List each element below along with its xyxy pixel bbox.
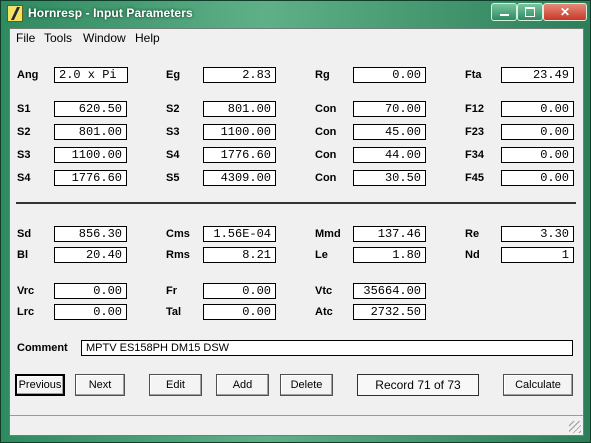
menu-bar: File Tools Window Help xyxy=(10,29,583,47)
next-button[interactable]: Next xyxy=(75,374,125,396)
label-lrc: Lrc xyxy=(17,306,35,318)
field-f34[interactable]: 0.00 xyxy=(501,147,574,163)
label-con-4: Con xyxy=(315,172,337,184)
label-mmd: Mmd xyxy=(315,228,341,240)
label-vrc: Vrc xyxy=(17,285,35,297)
edit-button[interactable]: Edit xyxy=(149,374,202,396)
label-s3-left: S3 xyxy=(17,149,31,161)
title-bar[interactable]: Hornresp - Input Parameters ✕ xyxy=(1,1,591,27)
record-indicator: Record 71 of 73 xyxy=(357,374,479,396)
label-s5: S5 xyxy=(166,172,180,184)
label-fta: Fta xyxy=(465,69,482,81)
add-button[interactable]: Add xyxy=(216,374,269,396)
field-vtc[interactable]: 35664.00 xyxy=(353,283,426,299)
field-lrc[interactable]: 0.00 xyxy=(54,304,127,320)
label-f34: F34 xyxy=(465,149,484,161)
window-title: Hornresp - Input Parameters xyxy=(28,6,193,20)
field-tal[interactable]: 0.00 xyxy=(203,304,276,320)
label-vtc: Vtc xyxy=(315,285,333,297)
field-con-2[interactable]: 45.00 xyxy=(353,124,426,140)
field-nd[interactable]: 1 xyxy=(501,247,574,263)
label-re: Re xyxy=(465,228,480,240)
label-rg: Rg xyxy=(315,69,330,81)
main-window: Hornresp - Input Parameters ✕ File Tools… xyxy=(0,0,591,443)
label-tal: Tal xyxy=(166,306,182,318)
label-s4: S4 xyxy=(166,149,180,161)
resize-grip-icon[interactable] xyxy=(569,421,581,433)
label-nd: Nd xyxy=(465,249,480,261)
label-con-3: Con xyxy=(315,149,337,161)
field-bl[interactable]: 20.40 xyxy=(54,247,127,263)
label-cms: Cms xyxy=(166,228,190,240)
delete-button[interactable]: Delete xyxy=(280,374,333,396)
field-vrc[interactable]: 0.00 xyxy=(54,283,127,299)
label-con-2: Con xyxy=(315,126,337,138)
field-s3[interactable]: 1100.00 xyxy=(203,124,276,140)
field-rms[interactable]: 8.21 xyxy=(203,247,276,263)
label-con-1: Con xyxy=(315,103,337,115)
label-f45: F45 xyxy=(465,172,484,184)
label-s2-left: S2 xyxy=(17,126,31,138)
field-s4-left[interactable]: 1776.60 xyxy=(54,170,127,186)
hornresp-app-icon[interactable] xyxy=(7,5,23,22)
comment-field[interactable]: MPTV ES158PH DM15 DSW xyxy=(81,340,573,356)
menu-tools[interactable]: Tools xyxy=(44,31,72,45)
field-sd[interactable]: 856.30 xyxy=(54,226,127,242)
field-con-1[interactable]: 70.00 xyxy=(353,101,426,117)
field-s1[interactable]: 620.50 xyxy=(54,101,127,117)
field-s2[interactable]: 801.00 xyxy=(203,101,276,117)
menu-window[interactable]: Window xyxy=(83,31,126,45)
minimize-button[interactable] xyxy=(491,3,517,21)
field-cms[interactable]: 1.56E-04 xyxy=(203,226,276,242)
field-s2-left[interactable]: 801.00 xyxy=(54,124,127,140)
field-con-4[interactable]: 30.50 xyxy=(353,170,426,186)
label-atc: Atc xyxy=(315,306,333,318)
label-le: Le xyxy=(315,249,328,261)
field-s3-left[interactable]: 1100.00 xyxy=(54,147,127,163)
field-re[interactable]: 3.30 xyxy=(501,226,574,242)
field-eg[interactable]: 2.83 xyxy=(203,67,276,83)
label-ang: Ang xyxy=(17,69,39,81)
input-parameters-panel: File Tools Window Help Ang 2.0 x Pi Eg 2… xyxy=(9,28,584,436)
maximize-button[interactable] xyxy=(517,3,543,21)
menu-file[interactable]: File xyxy=(16,31,35,45)
label-f12: F12 xyxy=(465,103,484,115)
menu-help[interactable]: Help xyxy=(135,31,160,45)
section-divider xyxy=(16,202,576,204)
label-eg: Eg xyxy=(166,69,181,81)
label-comment: Comment xyxy=(17,342,68,354)
label-fr: Fr xyxy=(166,285,177,297)
label-rms: Rms xyxy=(166,249,190,261)
label-s3: S3 xyxy=(166,126,180,138)
label-s4-left: S4 xyxy=(17,172,31,184)
field-con-3[interactable]: 44.00 xyxy=(353,147,426,163)
field-rg[interactable]: 0.00 xyxy=(353,67,426,83)
field-f12[interactable]: 0.00 xyxy=(501,101,574,117)
field-f45[interactable]: 0.00 xyxy=(501,170,574,186)
close-icon: ✕ xyxy=(559,5,571,19)
maximize-icon xyxy=(525,7,535,17)
previous-button[interactable]: Previous xyxy=(15,374,65,396)
field-s5[interactable]: 4309.00 xyxy=(203,170,276,186)
field-s4[interactable]: 1776.60 xyxy=(203,147,276,163)
field-ang[interactable]: 2.0 x Pi xyxy=(54,67,128,83)
field-le[interactable]: 1.80 xyxy=(353,247,426,263)
label-s1: S1 xyxy=(17,103,31,115)
label-s2: S2 xyxy=(166,103,180,115)
field-mmd[interactable]: 137.46 xyxy=(353,226,426,242)
label-bl: Bl xyxy=(17,249,28,261)
calculate-button[interactable]: Calculate xyxy=(503,374,573,396)
field-fta[interactable]: 23.49 xyxy=(501,67,574,83)
close-button[interactable]: ✕ xyxy=(543,3,587,21)
field-atc[interactable]: 2732.50 xyxy=(353,304,426,320)
status-bar xyxy=(10,415,583,435)
label-f23: F23 xyxy=(465,126,484,138)
label-sd: Sd xyxy=(17,228,32,240)
field-fr[interactable]: 0.00 xyxy=(203,283,276,299)
minimize-icon xyxy=(499,14,509,16)
field-f23[interactable]: 0.00 xyxy=(501,124,574,140)
